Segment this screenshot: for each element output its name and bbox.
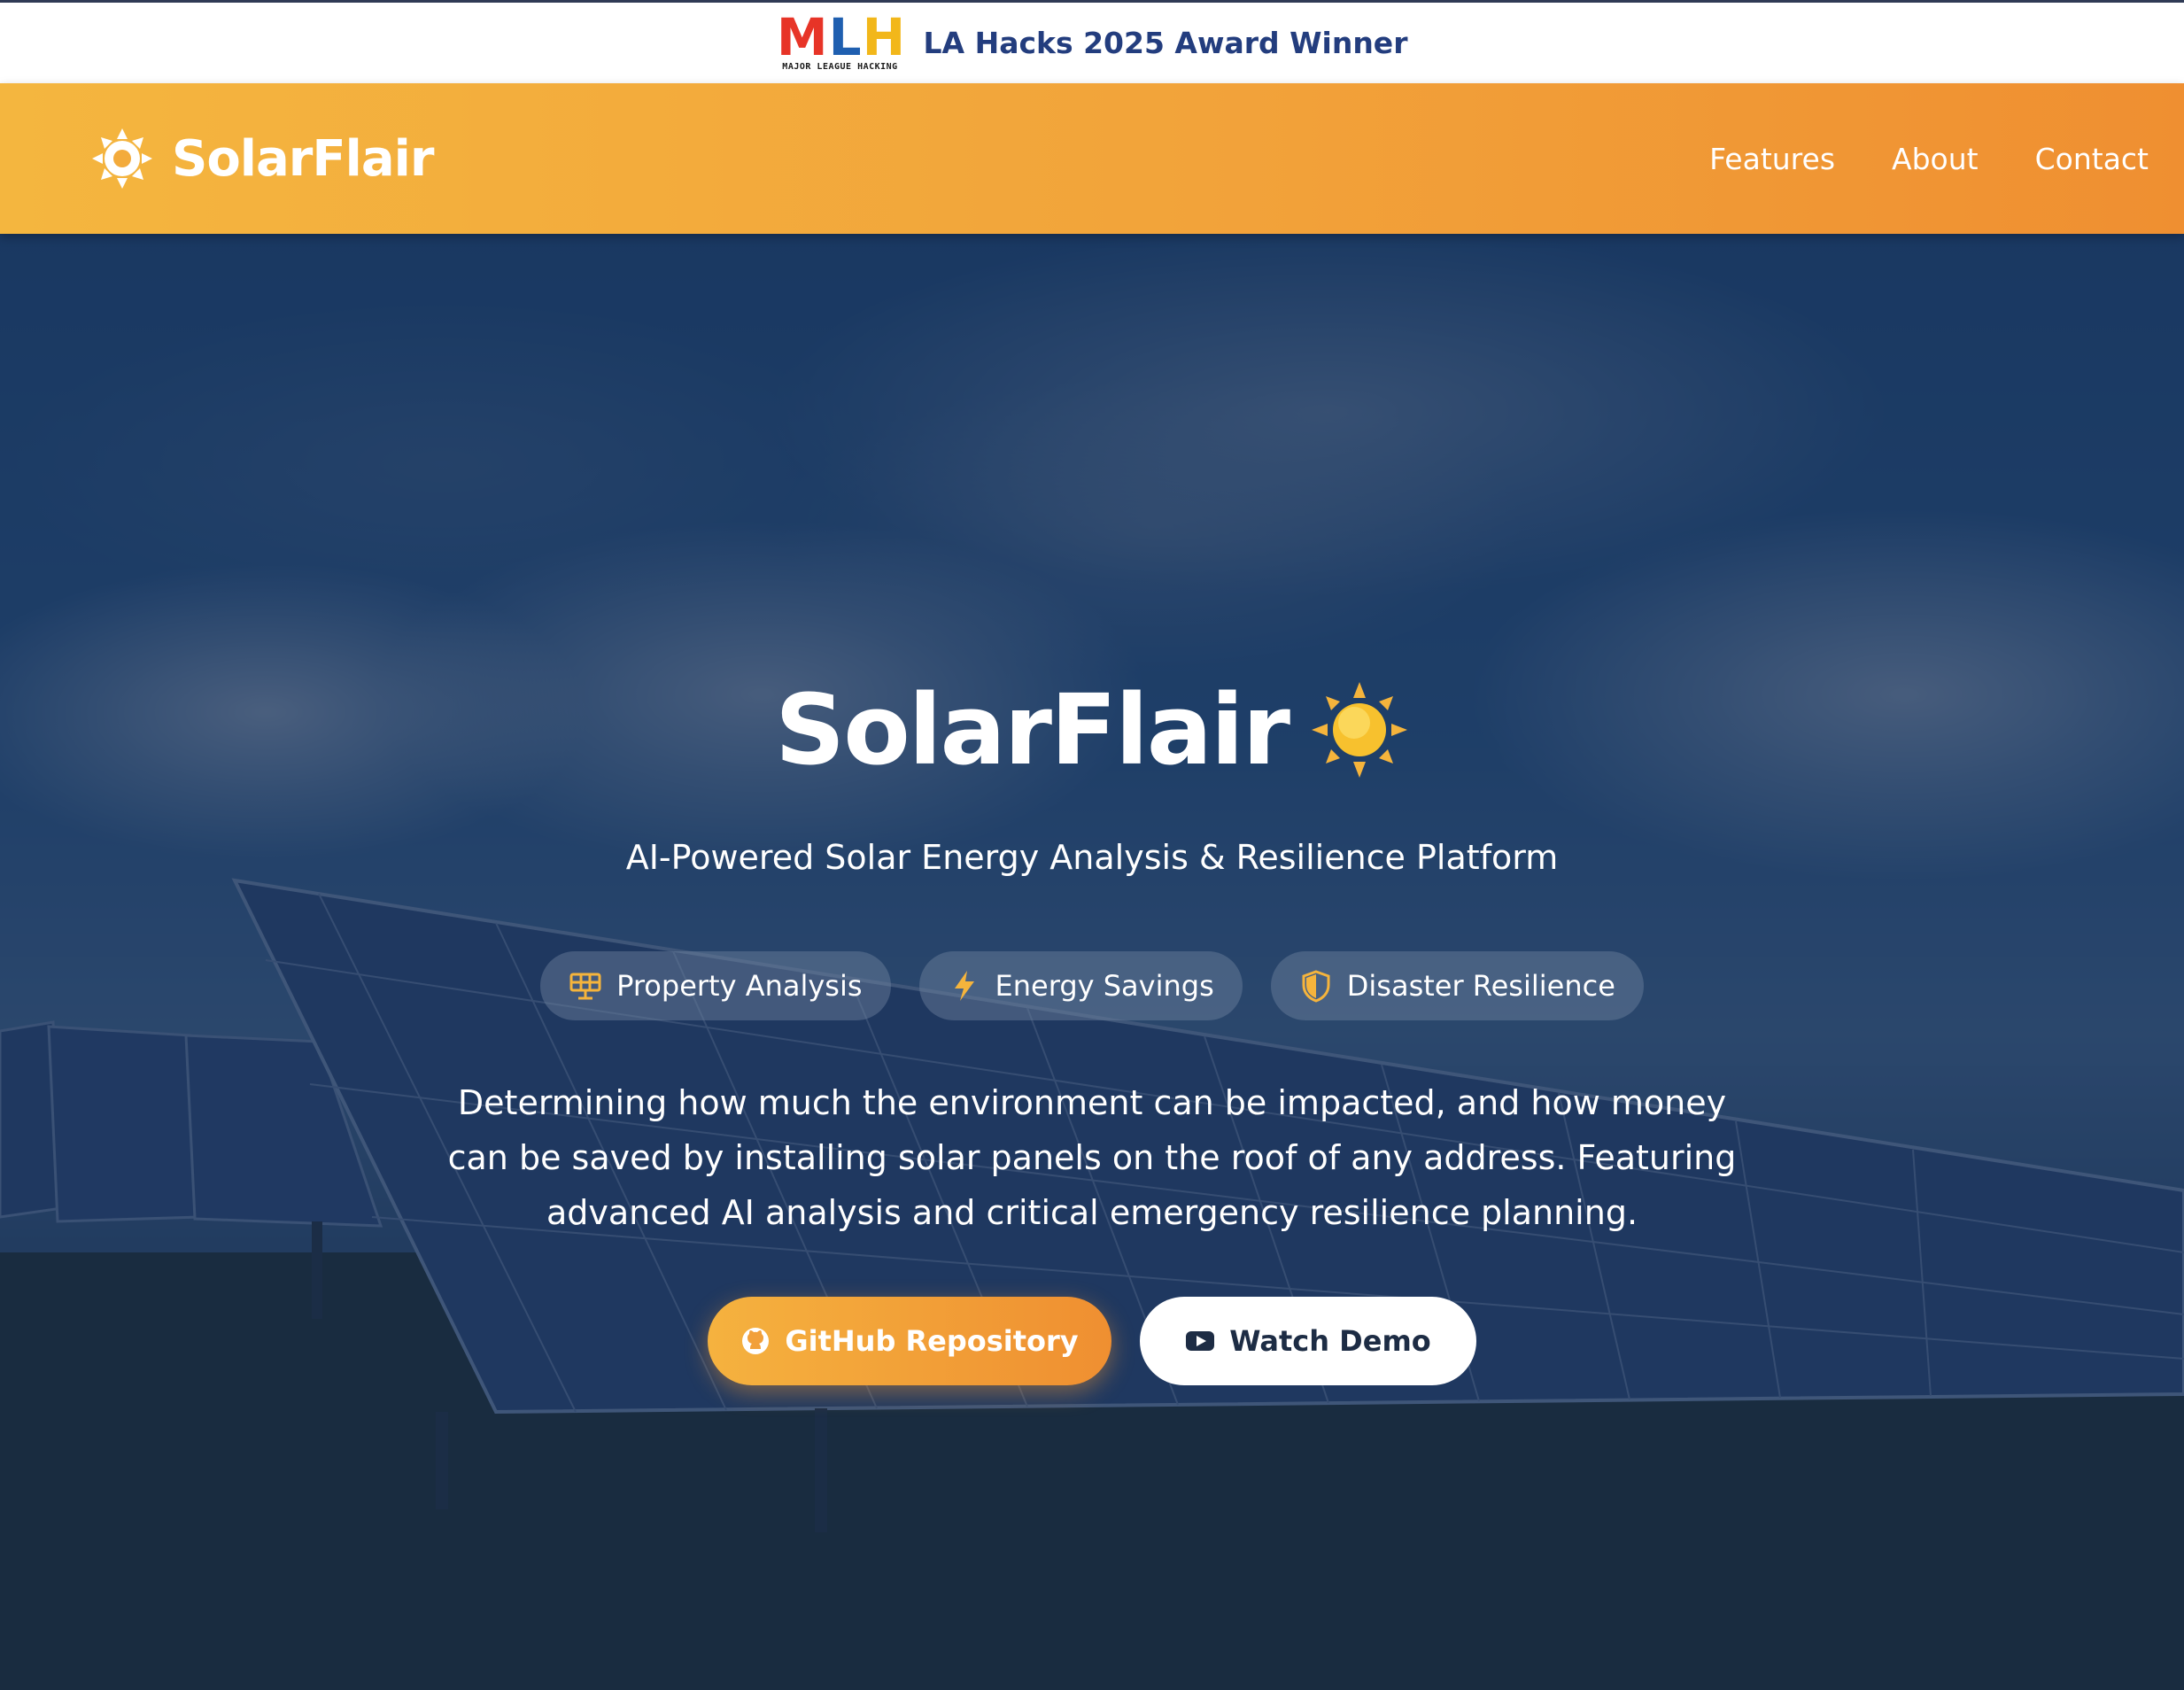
hero-section: SolarFlair AI-Powered Solar Energy Analy…: [0, 234, 2184, 1690]
bolt-icon: [954, 971, 974, 1001]
feature-pill-label: Energy Savings: [995, 969, 1214, 1003]
shield-icon: [1302, 970, 1330, 1003]
hero-description: Determining how much the environment can…: [447, 1083, 1737, 1232]
mlh-letter-h: H: [862, 7, 906, 67]
feature-pills: Property Analysis Energy Savings Disaste…: [0, 951, 2184, 1020]
watch-demo-label: Watch Demo: [1229, 1324, 1431, 1358]
mlh-letters: M L H: [776, 7, 906, 67]
feature-pill-label: Property Analysis: [616, 969, 863, 1003]
brand-name: SolarFlair: [172, 129, 434, 188]
hero-subtitle: AI-Powered Solar Energy Analysis & Resil…: [625, 838, 1559, 877]
mlh-letter-m: M: [776, 7, 828, 67]
solar-panel-icon: [569, 973, 601, 1000]
navbar: SolarFlair Features About Contact: [0, 83, 2184, 234]
feature-pill-disaster-resilience: Disaster Resilience: [1270, 951, 1644, 1020]
github-repository-label: GitHub Repository: [785, 1324, 1079, 1358]
nav-link-contact[interactable]: Contact: [2035, 142, 2149, 176]
youtube-icon: [1186, 1331, 1215, 1351]
github-repository-button[interactable]: GitHub Repository: [708, 1297, 1111, 1385]
sun-icon: [92, 128, 152, 189]
brand-logo[interactable]: SolarFlair: [90, 127, 434, 190]
hero-content: SolarFlair AI-Powered Solar Energy Analy…: [0, 234, 2184, 1690]
cta-row: GitHub Repository Watch Demo: [0, 1297, 2184, 1385]
nav-link-features[interactable]: Features: [1709, 142, 1835, 176]
github-icon: [742, 1328, 770, 1354]
award-banner: M L H MAJOR LEAGUE HACKING LA Hacks 2025…: [0, 0, 2184, 83]
nav-link-about[interactable]: About: [1892, 142, 1979, 176]
award-text: LA Hacks 2025 Award Winner: [923, 26, 1408, 60]
hero-title: SolarFlair: [774, 673, 1290, 787]
mlh-logo-subtext: MAJOR LEAGUE HACKING: [782, 62, 898, 72]
watch-demo-button[interactable]: Watch Demo: [1140, 1297, 1476, 1385]
sun-icon: [1312, 682, 1407, 778]
feature-pill-energy-savings: Energy Savings: [918, 951, 1243, 1020]
hero-title-row: SolarFlair: [0, 677, 2184, 783]
mlh-logo[interactable]: M L H MAJOR LEAGUE HACKING: [776, 7, 906, 72]
nav-links: Features About Contact: [1709, 142, 2149, 176]
feature-pill-label: Disaster Resilience: [1346, 969, 1615, 1003]
mlh-letter-l: L: [828, 7, 862, 67]
feature-pill-property-analysis: Property Analysis: [540, 951, 891, 1020]
